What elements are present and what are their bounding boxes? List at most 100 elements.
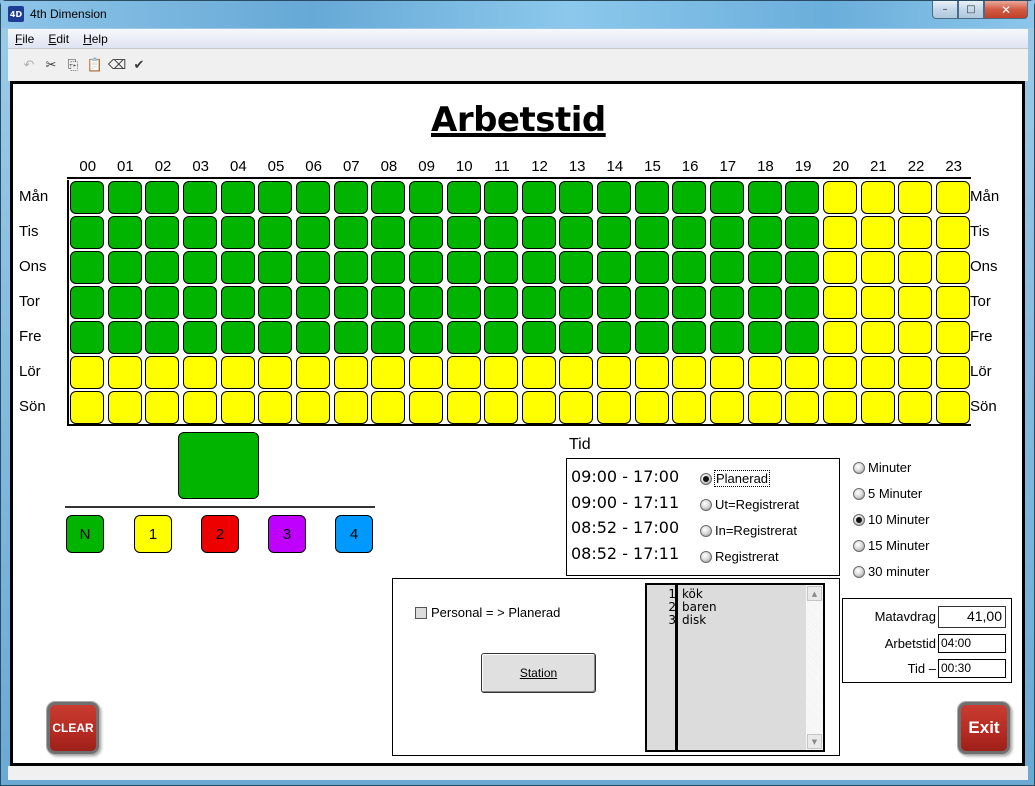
schedule-cell[interactable] xyxy=(446,216,481,249)
schedule-cell[interactable] xyxy=(935,356,970,389)
schedule-cell[interactable] xyxy=(710,181,745,214)
schedule-cell[interactable] xyxy=(597,216,632,249)
list-item[interactable]: 1 kök xyxy=(647,587,807,601)
schedule-cell[interactable] xyxy=(710,321,745,354)
schedule-cell[interactable] xyxy=(747,286,782,319)
schedule-cell[interactable] xyxy=(521,391,556,424)
schedule-cell[interactable] xyxy=(408,286,443,319)
checkbox-box[interactable] xyxy=(415,606,427,619)
palette-swatch-2[interactable]: 2 xyxy=(201,515,239,553)
radio-icon[interactable] xyxy=(853,461,865,474)
schedule-cell[interactable] xyxy=(898,251,933,284)
tid-option-radio[interactable]: Planerad xyxy=(700,470,771,487)
schedule-cell[interactable] xyxy=(70,286,104,319)
schedule-cell[interactable] xyxy=(70,216,104,249)
radio-icon[interactable] xyxy=(700,498,712,511)
rounding-option-radio[interactable]: Minuter xyxy=(853,460,911,475)
cut-icon[interactable]: ✂ xyxy=(42,56,60,74)
palette-swatch-1[interactable]: 1 xyxy=(134,515,172,553)
schedule-cell[interactable] xyxy=(182,391,217,424)
schedule-cell[interactable] xyxy=(220,391,255,424)
schedule-cell[interactable] xyxy=(747,251,782,284)
list-item[interactable]: 2 baren xyxy=(647,600,807,614)
schedule-cell[interactable] xyxy=(559,181,594,214)
station-list[interactable]: ▲ ▼ 1 kök 2 baren 3 disk xyxy=(645,583,825,752)
schedule-cell[interactable] xyxy=(70,391,104,424)
schedule-cell[interactable] xyxy=(559,391,594,424)
schedule-cell[interactable] xyxy=(672,181,707,214)
radio-icon[interactable] xyxy=(853,487,865,500)
radio-icon[interactable] xyxy=(853,539,865,552)
schedule-cell[interactable] xyxy=(258,181,293,214)
schedule-cell[interactable] xyxy=(710,391,745,424)
schedule-cell[interactable] xyxy=(559,251,594,284)
radio-icon[interactable] xyxy=(700,550,712,563)
schedule-cell[interactable] xyxy=(446,251,481,284)
schedule-cell[interactable] xyxy=(220,216,255,249)
schedule-cell[interactable] xyxy=(107,216,142,249)
schedule-cell[interactable] xyxy=(70,181,104,214)
schedule-cell[interactable] xyxy=(408,391,443,424)
schedule-cell[interactable] xyxy=(484,321,519,354)
schedule-cell[interactable] xyxy=(559,321,594,354)
schedule-cell[interactable] xyxy=(521,251,556,284)
rounding-option-radio[interactable]: 10 Minuter xyxy=(853,512,929,527)
schedule-cell[interactable] xyxy=(258,321,293,354)
schedule-cell[interactable] xyxy=(672,391,707,424)
schedule-cell[interactable] xyxy=(935,391,970,424)
list-scrollbar[interactable]: ▲ ▼ xyxy=(806,585,823,750)
schedule-cell[interactable] xyxy=(70,251,104,284)
schedule-cell[interactable] xyxy=(408,321,443,354)
schedule-cell[interactable] xyxy=(258,216,293,249)
schedule-cell[interactable] xyxy=(333,391,368,424)
copy-icon[interactable]: ⎘ xyxy=(64,56,82,74)
schedule-cell[interactable] xyxy=(220,251,255,284)
schedule-cell[interactable] xyxy=(860,286,895,319)
schedule-cell[interactable] xyxy=(333,251,368,284)
schedule-cell[interactable] xyxy=(371,286,406,319)
schedule-cell[interactable] xyxy=(446,356,481,389)
schedule-cell[interactable] xyxy=(182,286,217,319)
schedule-cell[interactable] xyxy=(860,216,895,249)
arbetstid-field[interactable]: 04:00 xyxy=(938,634,1006,653)
schedule-cell[interactable] xyxy=(258,286,293,319)
schedule-cell[interactable] xyxy=(672,216,707,249)
schedule-cell[interactable] xyxy=(860,356,895,389)
schedule-cell[interactable] xyxy=(634,356,669,389)
rounding-option-radio[interactable]: 5 Minuter xyxy=(853,486,922,501)
schedule-cell[interactable] xyxy=(371,321,406,354)
schedule-cell[interactable] xyxy=(597,356,632,389)
schedule-cell[interactable] xyxy=(182,216,217,249)
schedule-cell[interactable] xyxy=(672,286,707,319)
schedule-cell[interactable] xyxy=(145,251,180,284)
clear-button[interactable]: CLEAR xyxy=(47,702,99,754)
schedule-cell[interactable] xyxy=(823,391,857,424)
schedule-cell[interactable] xyxy=(747,356,782,389)
station-button[interactable]: Station xyxy=(481,653,596,693)
schedule-cell[interactable] xyxy=(333,216,368,249)
schedule-cell[interactable] xyxy=(672,321,707,354)
schedule-cell[interactable] xyxy=(145,286,180,319)
schedule-cell[interactable] xyxy=(935,251,970,284)
palette-swatch-n[interactable]: N xyxy=(66,515,104,553)
schedule-cell[interactable] xyxy=(295,356,330,389)
schedule-cell[interactable] xyxy=(182,321,217,354)
matavdrag-field[interactable]: 41,00 xyxy=(938,606,1006,628)
schedule-cell[interactable] xyxy=(371,251,406,284)
eraser-icon[interactable]: ⌫ xyxy=(108,56,126,74)
schedule-cell[interactable] xyxy=(898,356,933,389)
schedule-cell[interactable] xyxy=(107,251,142,284)
schedule-cell[interactable] xyxy=(484,181,519,214)
schedule-cell[interactable] xyxy=(295,251,330,284)
schedule-cell[interactable] xyxy=(597,286,632,319)
schedule-cell[interactable] xyxy=(634,391,669,424)
menu-help[interactable]: Help xyxy=(83,32,108,46)
schedule-cell[interactable] xyxy=(747,181,782,214)
schedule-cell[interactable] xyxy=(295,286,330,319)
schedule-cell[interactable] xyxy=(823,181,857,214)
radio-icon[interactable] xyxy=(853,565,865,578)
schedule-cell[interactable] xyxy=(559,286,594,319)
schedule-cell[interactable] xyxy=(333,181,368,214)
select-all-icon[interactable]: ✔ xyxy=(130,56,148,74)
schedule-cell[interactable] xyxy=(935,216,970,249)
